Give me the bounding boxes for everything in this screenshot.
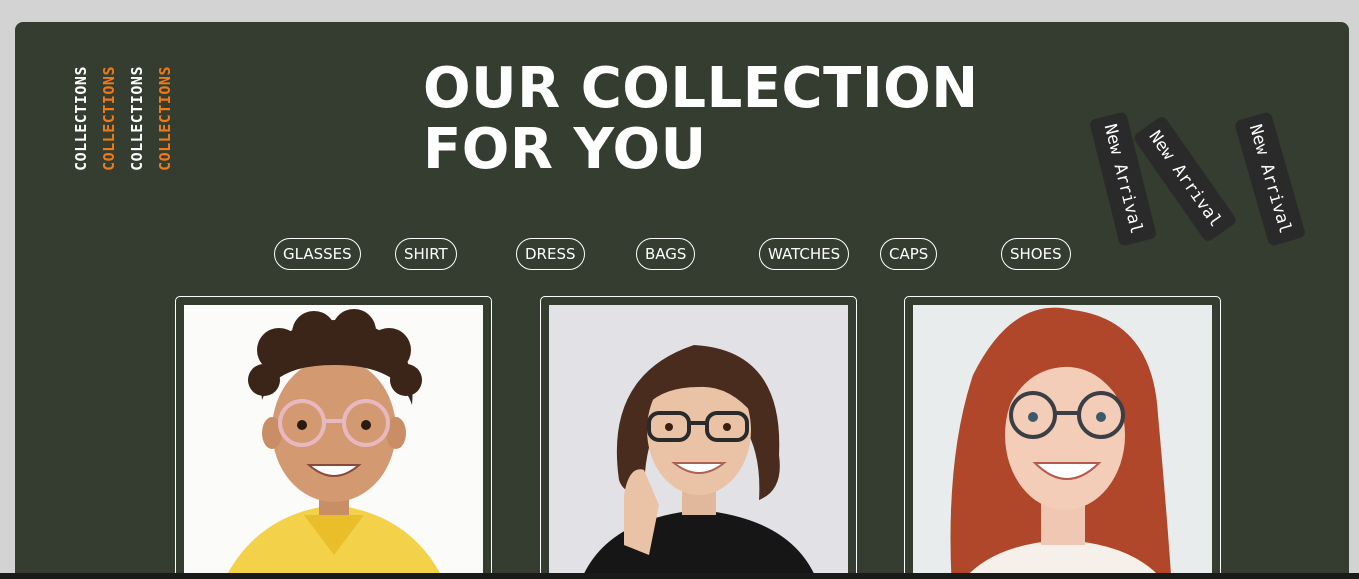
redhead-woman-with-glasses-photo bbox=[913, 305, 1212, 579]
woman-with-glasses-photo bbox=[549, 305, 848, 579]
collections-vertical-text: COLLECTIONS COLLECTIONS COLLECTIONS COLL… bbox=[72, 66, 174, 171]
category-watches-button[interactable]: WATCHES bbox=[759, 238, 850, 270]
heading-line-1: OUR COLLECTION bbox=[423, 56, 979, 121]
category-shoes-button[interactable]: SHOES bbox=[1001, 238, 1071, 270]
product-photo bbox=[549, 305, 848, 579]
category-caps-button[interactable]: CAPS bbox=[880, 238, 938, 270]
product-card[interactable] bbox=[904, 296, 1221, 579]
category-shirt-button[interactable]: SHIRT bbox=[395, 238, 457, 270]
vertical-word: COLLECTIONS bbox=[72, 66, 90, 171]
vertical-word: COLLECTIONS bbox=[100, 66, 118, 171]
product-card[interactable] bbox=[175, 296, 492, 579]
category-glasses-button[interactable]: GLASSES bbox=[274, 238, 361, 270]
product-photo bbox=[184, 305, 483, 579]
heading-line-2: FOR YOU bbox=[423, 117, 707, 182]
product-card[interactable] bbox=[540, 296, 857, 579]
category-dress-button[interactable]: DRESS bbox=[516, 238, 585, 270]
product-photo bbox=[913, 305, 1212, 579]
vertical-word: COLLECTIONS bbox=[156, 66, 174, 171]
boy-with-glasses-photo bbox=[184, 305, 483, 579]
page: COLLECTIONS COLLECTIONS COLLECTIONS COLL… bbox=[0, 0, 1359, 579]
section-heading: OUR COLLECTION FOR YOU bbox=[423, 58, 979, 180]
category-bags-button[interactable]: BAGS bbox=[636, 238, 696, 270]
bottom-taskbar bbox=[0, 573, 1359, 579]
vertical-word: COLLECTIONS bbox=[128, 66, 146, 171]
